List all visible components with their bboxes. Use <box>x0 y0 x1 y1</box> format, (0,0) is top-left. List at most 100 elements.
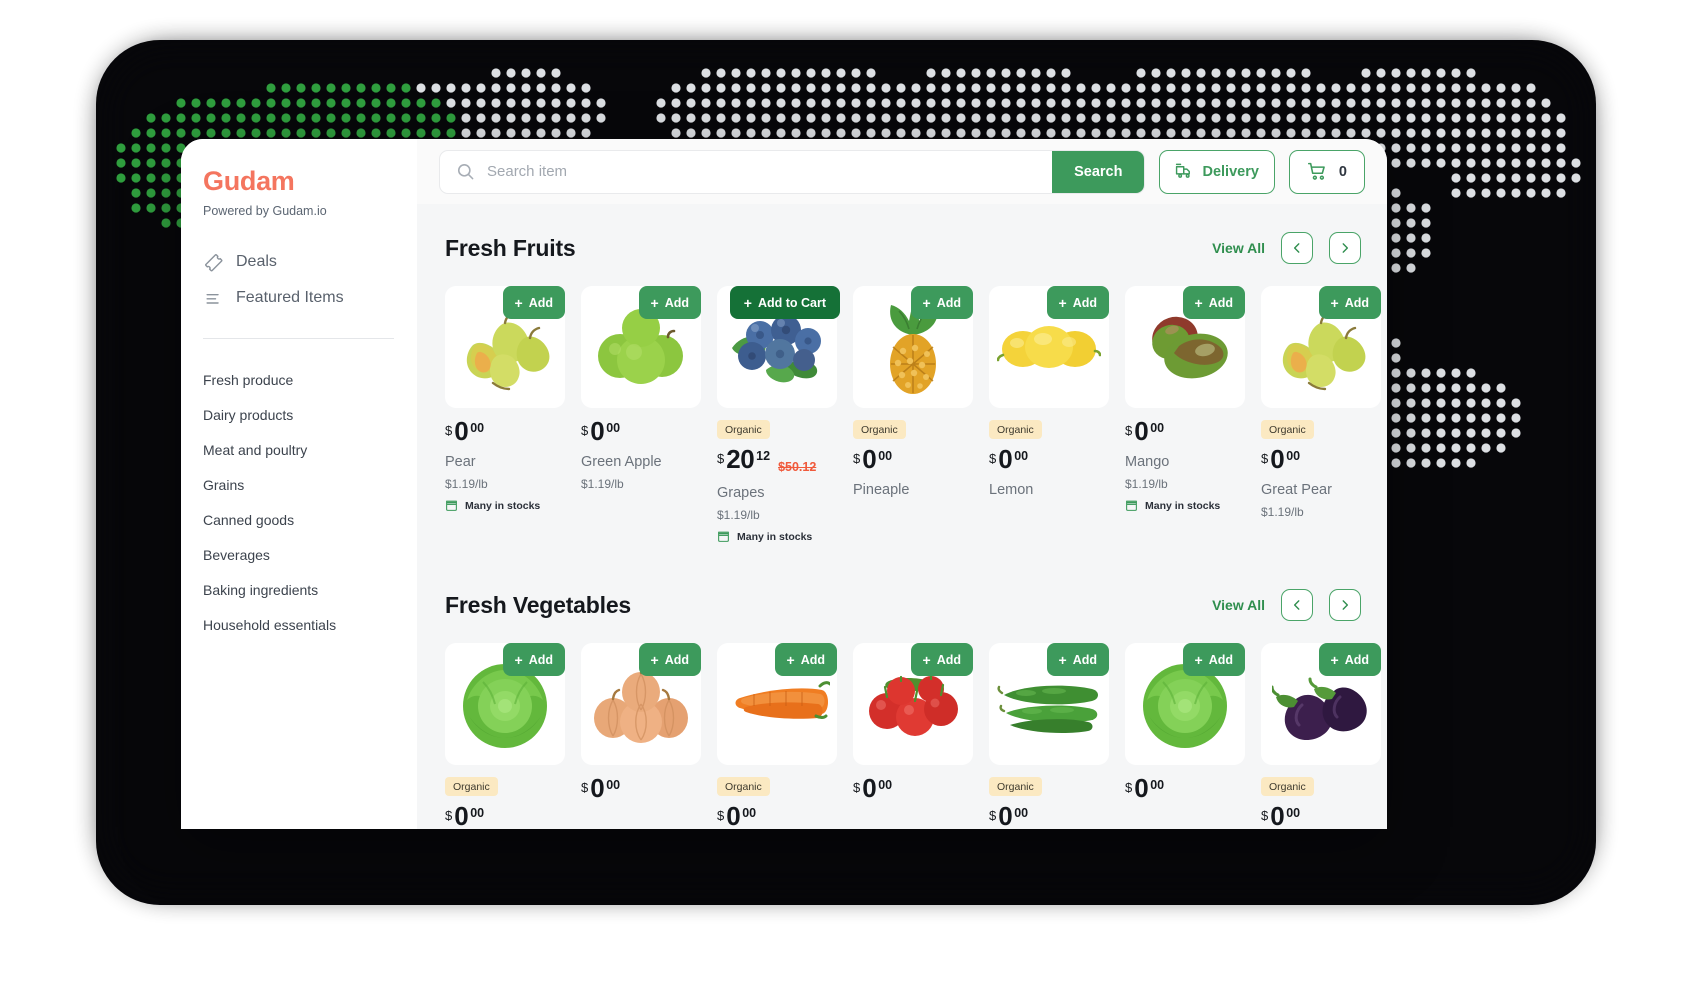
product-card[interactable]: + Add Organic $ 0 00 <box>445 643 565 829</box>
product-price: $ 0 00 <box>1261 446 1381 472</box>
carousel-next-button[interactable] <box>1329 232 1361 264</box>
price-decimal: 00 <box>1014 806 1029 820</box>
add-to-cart-button[interactable]: + Add <box>638 643 701 676</box>
product-card[interactable]: + Add $ 0 00 <box>1125 643 1245 828</box>
sidebar-primary-nav: Deals Featured Items <box>203 244 394 316</box>
add-to-cart-button[interactable]: + Add <box>910 286 973 319</box>
sidebar-category-grains[interactable]: Grains <box>203 468 394 503</box>
product-card[interactable]: + Add Organic $ 0 00 Lemon <box>989 286 1109 543</box>
search-input[interactable] <box>487 163 1053 180</box>
plus-icon: + <box>650 294 659 311</box>
price-currency: $ <box>581 780 589 795</box>
add-button-label: Add <box>664 295 689 310</box>
brand-logo[interactable]: Gudam <box>203 166 394 197</box>
view-all-link[interactable]: View All <box>1212 597 1265 613</box>
product-name: Green Apple <box>581 454 662 471</box>
product-unit-price: $1.19/lb <box>445 477 488 492</box>
product-card[interactable]: + Add Organic $ 0 00 <box>989 643 1109 829</box>
product-name: Lemon <box>989 482 1034 499</box>
stock-label: Many in stocks <box>737 530 813 543</box>
product-card[interactable]: + Add $ 0 00 <box>581 643 701 828</box>
add-to-cart-button[interactable]: + Add <box>502 286 565 319</box>
add-to-cart-button[interactable]: + Add to Cart <box>729 286 840 319</box>
price-integer: 0 <box>1270 801 1285 829</box>
price-currency: $ <box>1125 780 1133 795</box>
sidebar-category-canned-goods[interactable]: Canned goods <box>203 503 394 538</box>
sidebar-category-beverages[interactable]: Beverages <box>203 538 394 573</box>
price-decimal: 00 <box>1286 449 1301 463</box>
product-unit-price: $1.19/lb <box>1125 477 1168 492</box>
search-bar[interactable]: Search <box>439 149 1146 194</box>
sidebar-category-baking-ingredients[interactable]: Baking ingredients <box>203 573 394 608</box>
product-price: $ 0 00 <box>717 801 837 829</box>
sidebar-category-fresh-produce[interactable]: Fresh produce <box>203 363 394 398</box>
search-icon <box>456 162 475 181</box>
add-to-cart-button[interactable]: + Add <box>1182 643 1245 676</box>
content-scroll-area: Fresh Fruits View All + Add $ 0 00 Pear … <box>417 204 1387 829</box>
search-button[interactable]: Search <box>1052 150 1145 193</box>
add-button-label: Add <box>528 295 553 310</box>
organic-badge: Organic <box>853 420 906 439</box>
organic-badge: Organic <box>989 777 1042 796</box>
add-to-cart-button[interactable]: + Add <box>1046 643 1109 676</box>
section-tools: View All <box>1212 232 1361 264</box>
sidebar-category-household-essentials[interactable]: Household essentials <box>203 608 394 643</box>
plus-icon: + <box>922 294 931 311</box>
sidebar-category-dairy-products[interactable]: Dairy products <box>203 398 394 433</box>
price-decimal: 00 <box>1286 806 1301 820</box>
section-header: Fresh Fruits View All <box>417 232 1387 264</box>
sidebar-item-label: Deals <box>236 252 277 270</box>
sidebar-item-deals[interactable]: Deals <box>203 244 394 280</box>
carousel-prev-button[interactable] <box>1281 589 1313 621</box>
add-to-cart-button[interactable]: + Add <box>1318 286 1381 319</box>
add-to-cart-button[interactable]: + Add <box>1318 643 1381 676</box>
plus-icon: + <box>1058 651 1067 668</box>
sidebar-item-featured-items[interactable]: Featured Items <box>203 280 394 316</box>
product-card[interactable]: + Add Organic $ 0 00 Great Pear $1.19/lb <box>1261 286 1381 543</box>
product-card[interactable]: + Add Organic $ 0 00 Pineaple <box>853 286 973 543</box>
product-name: Pear <box>445 454 476 471</box>
carousel-next-button[interactable] <box>1329 589 1361 621</box>
product-card[interactable]: + Add $ 0 00 Green Apple $1.19/lb <box>581 286 701 543</box>
product-row: + Add $ 0 00 Pear $1.19/lb Many in stock… <box>417 286 1387 543</box>
section-title: Fresh Vegetables <box>445 591 631 618</box>
add-to-cart-button[interactable]: + Add <box>502 643 565 676</box>
sort-lines-icon <box>203 288 223 308</box>
delivery-button[interactable]: Delivery <box>1159 149 1275 194</box>
product-price: $ 0 00 <box>989 446 1109 472</box>
product-card[interactable]: + Add Organic $ 0 00 <box>717 643 837 829</box>
carousel-prev-button[interactable] <box>1281 232 1313 264</box>
screenshot-root: Gudam Powered by Gudam.io Deals Featured… <box>0 0 1684 990</box>
stock-status: Many in stocks <box>717 530 837 543</box>
add-to-cart-button[interactable]: + Add <box>910 643 973 676</box>
price-integer: 0 <box>1134 416 1149 446</box>
product-unit-price: $1.19/lb <box>581 477 624 492</box>
product-unit-price: $1.19/lb <box>1261 505 1304 520</box>
cart-button[interactable]: 0 <box>1288 149 1365 194</box>
truck-icon <box>1175 162 1194 181</box>
sidebar-category-list: Fresh produce Dairy products Meat and po… <box>203 363 394 643</box>
price-currency: $ <box>853 780 861 795</box>
price-integer: 0 <box>726 801 741 829</box>
product-card[interactable]: + Add Organic $ 0 00 <box>1261 643 1381 829</box>
product-card[interactable]: + Add to Cart Organic $ 20 12 $50.12 Gra… <box>717 286 840 543</box>
product-card[interactable]: + Add $ 0 00 Mango $1.19/lb Many in stoc… <box>1125 286 1245 543</box>
add-to-cart-button[interactable]: + Add <box>638 286 701 319</box>
price-decimal: 00 <box>878 778 893 792</box>
add-to-cart-button[interactable]: + Add <box>774 643 837 676</box>
add-button-label: Add <box>1072 295 1097 310</box>
product-card[interactable]: + Add $ 0 00 Pear $1.19/lb Many in stock… <box>445 286 565 543</box>
add-to-cart-button[interactable]: + Add <box>1182 286 1245 319</box>
product-price: $ 0 00 <box>853 446 973 472</box>
price-integer: 0 <box>590 416 605 446</box>
organic-badge: Organic <box>717 420 770 439</box>
price-currency: $ <box>1261 451 1269 466</box>
price-decimal: 00 <box>1014 449 1029 463</box>
view-all-link[interactable]: View All <box>1212 240 1265 256</box>
add-to-cart-button[interactable]: + Add <box>1046 286 1109 319</box>
plus-icon: + <box>1330 294 1339 311</box>
product-price: $ 0 00 <box>853 775 973 801</box>
sidebar-category-meat-and-poultry[interactable]: Meat and poultry <box>203 433 394 468</box>
price-decimal: 12 <box>756 449 771 463</box>
product-card[interactable]: + Add $ 0 00 <box>853 643 973 828</box>
